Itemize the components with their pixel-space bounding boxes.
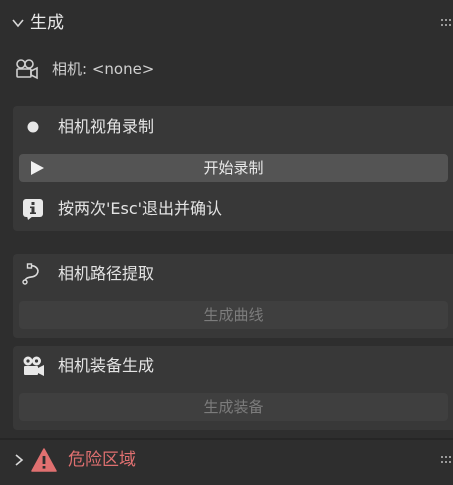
recording-section: 相机视角录制 开始录制 按两次'Esc'退出并确认: [13, 106, 453, 231]
video-camera-icon: [16, 59, 38, 80]
recording-title-row: 相机视角录制: [13, 110, 453, 144]
generate-curve-label: 生成曲线: [203, 306, 264, 324]
recording-title: 相机视角录制: [58, 117, 155, 136]
path-title-row: 相机路径提取: [13, 257, 453, 291]
record-dot-icon: [27, 121, 39, 133]
panel-header-generate[interactable]: 生成: [0, 6, 453, 40]
camera-label: 相机: <none>: [52, 60, 155, 78]
drag-grip-icon[interactable]: [441, 456, 453, 464]
panel-title: 生成: [30, 13, 64, 33]
generate-curve-button[interactable]: 生成曲线: [19, 301, 448, 329]
warning-icon: [31, 448, 57, 472]
camera-rig-icon: [23, 356, 44, 376]
generate-rig-button[interactable]: 生成装备: [19, 393, 448, 421]
info-icon: [23, 199, 43, 220]
panel-header-danger[interactable]: 危险区域: [0, 440, 453, 480]
curve-path-icon: [22, 263, 39, 285]
chevron-down-icon[interactable]: [11, 16, 25, 30]
generate-rig-label: 生成装备: [203, 398, 264, 416]
recording-info-row: 按两次'Esc'退出并确认: [13, 192, 453, 226]
path-title: 相机路径提取: [58, 264, 155, 283]
start-recording-button[interactable]: 开始录制: [19, 154, 448, 182]
drag-grip-icon[interactable]: [441, 19, 453, 27]
danger-title: 危险区域: [68, 450, 136, 470]
recording-info-text: 按两次'Esc'退出并确认: [58, 199, 223, 218]
play-icon: [31, 161, 44, 175]
camera-row: 相机: <none>: [0, 52, 453, 86]
rig-title: 相机装备生成: [58, 356, 155, 375]
blender-sidebar-panel: 生成 相机: <none> 相机视角录制 开始录制 按两次'Esc'退出并确认 …: [0, 0, 453, 485]
start-recording-label: 开始录制: [203, 159, 264, 177]
path-section: 相机路径提取 生成曲线: [13, 254, 453, 338]
rig-section: 相机装备生成 生成装备: [13, 346, 453, 430]
rig-title-row: 相机装备生成: [13, 349, 453, 383]
chevron-right-icon[interactable]: [12, 453, 26, 467]
